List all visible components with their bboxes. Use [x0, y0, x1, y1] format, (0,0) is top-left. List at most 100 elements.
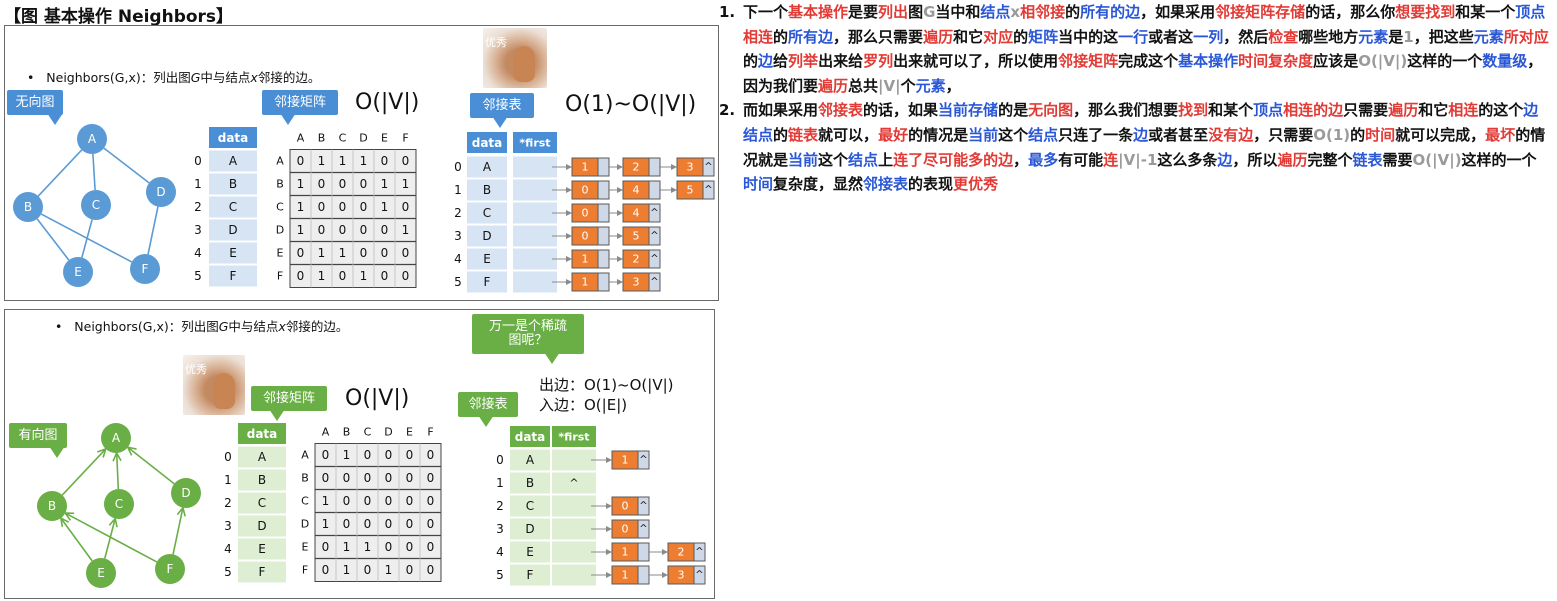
- directed-list-index-2: 2: [496, 499, 504, 513]
- directed-vertex-label-E: E: [97, 566, 105, 580]
- undirected-arc-next-D-0: [597, 226, 610, 246]
- paragraph-1-run-10: 的: [1065, 3, 1081, 21]
- paragraph-2-run-56: 时间: [743, 175, 774, 194]
- paragraph-2-run-0: 而如果采用: [743, 101, 819, 120]
- undirected-cell-DA: 1: [297, 223, 305, 237]
- paragraph-1-run-60: 个: [900, 76, 916, 95]
- undirected-arc-next-B-0: [597, 180, 610, 200]
- paragraph-2-run-30: O(1): [1313, 125, 1351, 144]
- undirected-arc-head-C-1: [617, 210, 623, 216]
- undirected-cell-AE: 0: [381, 154, 389, 168]
- undirected-vertex-label-E: E: [74, 265, 82, 279]
- directed-arc-head-F-1: [662, 572, 668, 578]
- undirected-list-index-1: 1: [454, 183, 462, 197]
- directed-cell-FC: 0: [364, 563, 372, 577]
- undirected-first-cell-A: [513, 156, 557, 178]
- undirected-arc-next-F-0: [597, 272, 610, 292]
- paragraph-2-run-48: ，所以: [1232, 150, 1278, 169]
- directed-null-first-B: ^: [569, 477, 578, 490]
- directed-arc-vertex-E-1: 2: [678, 546, 685, 559]
- directed-list-data-header: data: [515, 430, 546, 444]
- undirected-vertex-label-C: C: [92, 198, 100, 212]
- undirected-cell-FA: 0: [297, 269, 305, 283]
- paragraph-1-run-17: 顶点: [1515, 3, 1546, 21]
- paragraph-1-run-31: ，然后: [1223, 27, 1269, 46]
- undirected-vertex-label-F: F: [142, 262, 149, 276]
- directed-list-index-5: 5: [496, 568, 504, 582]
- directed-edge-DA: [127, 446, 175, 485]
- directed-row-index-1: 1: [224, 473, 232, 487]
- undirected-edge-AC: [92, 153, 96, 191]
- directed-cell-CD: 0: [385, 494, 393, 508]
- paragraph-2-run-33: 就可以完成，: [1395, 125, 1486, 144]
- undirected-null-next-F: ^: [650, 277, 658, 288]
- paragraph-2-run-3: 当前存储: [938, 101, 999, 120]
- directed-cell-BA: 0: [322, 471, 330, 485]
- paragraph-1-run-49: 基本操作: [1178, 52, 1239, 71]
- undirected-cell-CA: 1: [297, 200, 305, 214]
- undirected-row-index-3: 3: [194, 223, 202, 237]
- paragraph-1-run-34: 元素: [1358, 27, 1389, 46]
- paragraph-2-run-12: 遍历: [1388, 101, 1419, 120]
- undirected-col-header-B: B: [318, 132, 326, 145]
- undirected-cell-FD: 1: [360, 269, 368, 283]
- undirected-data-value-E: E: [229, 246, 237, 260]
- undirected-edge-CE: [81, 219, 93, 258]
- undirected-cell-ED: 0: [360, 246, 368, 260]
- directed-arc-vertex-C-0: 0: [622, 500, 629, 513]
- directed-arc-head-C-0: [606, 503, 612, 509]
- paragraph-2-run-20: 最好: [878, 125, 909, 144]
- directed-list-data-value-B: B: [526, 476, 534, 490]
- undirected-list-data-value-F: F: [484, 275, 491, 289]
- directed-arc-vertex-D-0: 0: [622, 523, 629, 536]
- directed-vertex-label-D: D: [181, 486, 190, 500]
- paragraph-2-run-2: 的话，如果: [863, 101, 939, 120]
- directed-arc-head-E-0: [606, 549, 612, 555]
- paragraph-1-run-33: 哪些地方: [1298, 27, 1359, 46]
- paragraph-1-run-37: ，把这些: [1413, 27, 1474, 46]
- undirected-cell-EB: 1: [318, 246, 326, 260]
- directed-panel: • Neighbors(G,x)：列出图G中与结点x邻接的边。 优秀 有向图 邻…: [4, 309, 715, 599]
- directed-vertex-label-C: C: [115, 497, 123, 511]
- paragraph-1-run-59: |V|: [878, 76, 901, 95]
- directed-cell-BE: 0: [406, 471, 414, 485]
- undirected-cell-AA: 0: [297, 154, 305, 168]
- undirected-edge-AB: [37, 149, 83, 197]
- paragraph-1-run-42: 给: [773, 52, 789, 71]
- directed-vertex-label-F: F: [167, 562, 174, 576]
- undirected-arc-vertex-A-2: 3: [687, 161, 694, 174]
- paragraph-2-run-7: 找到: [1178, 101, 1209, 120]
- directed-cell-CE: 0: [406, 494, 414, 508]
- undirected-cell-DF: 1: [402, 223, 410, 237]
- undirected-row-header-F: F: [277, 270, 283, 283]
- undirected-arc-vertex-D-1: 5: [633, 230, 640, 243]
- paragraph-1-run-21: ，那么只需要: [833, 27, 924, 46]
- undirected-first-cell-D: [513, 225, 557, 247]
- undirected-data-value-A: A: [229, 154, 238, 168]
- paragraph-1-run-9: 相邻接: [1020, 3, 1066, 21]
- paragraph-1-run-12: ，如果采用: [1140, 3, 1216, 21]
- paragraph-2-run-50: 完: [1307, 150, 1323, 169]
- paragraph-2-run-27: 或者甚至: [1148, 125, 1209, 144]
- paragraph-2-run-28: 没有边: [1208, 125, 1254, 144]
- directed-cell-CC: 0: [364, 494, 372, 508]
- directed-col-header-E: E: [406, 426, 413, 439]
- undirected-col-header-A: A: [297, 132, 305, 145]
- undirected-row-header-E: E: [277, 247, 284, 260]
- paragraph-1-run-4: 图: [908, 3, 924, 21]
- paragraph-1-run-25: 的: [1013, 27, 1029, 46]
- undirected-list-data-header: data: [472, 136, 503, 150]
- paragraph-2-run-10: 相连的边: [1283, 101, 1344, 120]
- paragraph-2-run-59: 的表现: [908, 175, 954, 194]
- directed-arc-head-A-0: [606, 457, 612, 463]
- undirected-arc-vertex-B-2: 5: [687, 184, 694, 197]
- paragraph-1-run-16: 和某一个: [1455, 3, 1516, 21]
- directed-row-header-C: C: [301, 495, 309, 508]
- directed-list-data-value-C: C: [526, 499, 534, 513]
- undirected-cell-EE: 0: [381, 246, 389, 260]
- undirected-row-header-C: C: [276, 201, 284, 214]
- undirected-null-next-D: ^: [650, 231, 658, 242]
- paragraph-2-run-11: 只需要: [1343, 101, 1389, 120]
- undirected-panel: • Neighbors(G,x)：列出图G中与结点x邻接的边。 无向图 邻接矩阵…: [4, 25, 719, 301]
- paragraph-2-run-4: 的是: [998, 101, 1029, 120]
